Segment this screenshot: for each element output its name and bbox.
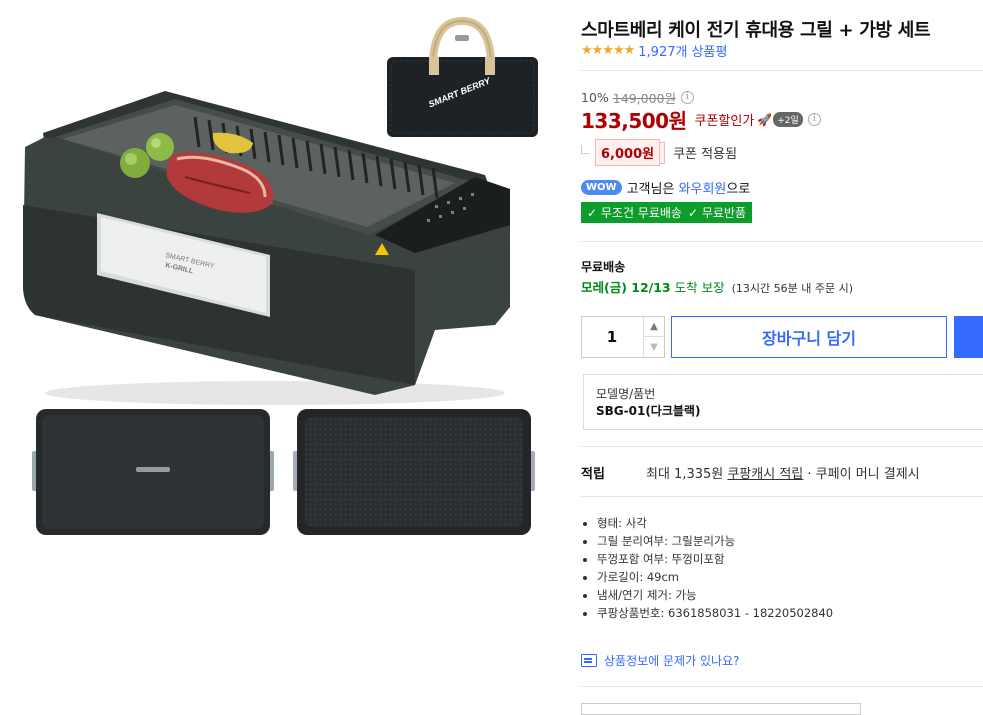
add-to-cart-button[interactable]: 장바구니 담기 — [671, 316, 947, 358]
info-icon[interactable]: i — [807, 113, 821, 126]
free-benefits-badge: ✓ 무조건 무료배송 ✓ 무료반품 — [581, 202, 752, 223]
model-value: SBG-01(다크블랙) — [596, 404, 701, 418]
points-suffix: · 쿠페이 머니 결제시 — [807, 467, 920, 482]
quantity-stepper[interactable]: 1 ▲ ▼ — [581, 316, 665, 358]
main-grill-image[interactable]: SMART BERRY K-GRILL — [15, 85, 515, 410]
review-count-link[interactable]: 1,927개 상품평 — [638, 41, 727, 60]
points-label: 적립 — [581, 467, 605, 482]
coupon-applied-text: 쿠폰 적용됨 — [673, 147, 738, 162]
wow-member-link[interactable]: 와우회원 — [679, 178, 727, 197]
report-icon — [581, 654, 597, 667]
sale-price-row: 133,500원 쿠폰할인가 🚀 +2일 i — [581, 105, 821, 134]
product-title: 스마트베리 케이 전기 휴대용 그릴 + 가방 세트 — [581, 20, 931, 41]
wow-text-prefix: 고객님은 — [626, 182, 675, 197]
wow-badge: WOW — [581, 180, 622, 195]
corner-icon — [581, 145, 590, 154]
option-select-box[interactable] — [581, 703, 861, 715]
sale-price: 133,500원 — [581, 109, 687, 133]
coupon-badge-edge — [660, 141, 666, 164]
rocket-icon: 🚀 — [757, 112, 773, 127]
points-text: 최대 1,335원 쿠팡캐시 적립 · 쿠페이 머니 결제시 — [646, 463, 920, 482]
model-label: 모델명/품번 — [596, 387, 656, 401]
divider — [581, 496, 983, 497]
buy-now-button[interactable] — [954, 316, 983, 358]
product-image-area: SMART BERRY SMART BERRY K-GRILL — [0, 0, 570, 706]
free-return-benefit: ✓ 무료반품 — [687, 206, 746, 220]
flat-plate-image[interactable] — [32, 407, 274, 537]
coupang-cash-link[interactable]: 쿠팡캐시 적립 — [727, 467, 803, 482]
list-item: 뚜껑포함 여부: 뚜껑미포함 — [597, 550, 833, 568]
spec-list: 형태: 사각 그릴 분리여부: 그릴분리가능 뚜껑포함 여부: 뚜껑미포함 가로… — [581, 514, 833, 622]
coupon-amount-badge: 6,000원 — [595, 139, 661, 166]
shipping-label: 무료배송 — [581, 260, 626, 274]
quantity-down-icon[interactable]: ▼ — [643, 338, 664, 357]
product-info-panel: 스마트베리 케이 전기 휴대용 그릴 + 가방 세트 ★★★★★ 1,927개 … — [581, 0, 983, 715]
divider — [581, 70, 983, 71]
arrival-note: (13시간 56분 내 주문 시) — [731, 282, 853, 295]
report-issue-link[interactable]: 상품정보에 문제가 있나요? — [581, 652, 739, 669]
discount-rate: 10% — [581, 90, 609, 105]
arrival-info: 모레(금) 12/13 도착 보장 (13시간 56분 내 주문 시) — [581, 277, 853, 296]
list-item: 그릴 분리여부: 그릴분리가능 — [597, 532, 833, 550]
divider — [581, 446, 983, 447]
wow-member-row: WOW 고객님은 와우회원 으로 — [581, 178, 750, 197]
rocket-badge: +2일 — [773, 112, 803, 127]
model-option-box[interactable]: 모델명/품번 SBG-01(다크블랙) — [583, 374, 983, 430]
textured-plate-image[interactable] — [293, 407, 535, 537]
arrival-date: 모레(금) 12/13 — [581, 280, 671, 295]
wow-text-suffix: 으로 — [726, 182, 751, 197]
quantity-input[interactable]: 1 — [582, 317, 642, 357]
coupon-price-label: 쿠폰할인가 — [694, 114, 755, 129]
list-item: 쿠팡상품번호: 6361858031 - 18220502840 — [597, 604, 833, 622]
free-shipping-benefit: ✓ 무조건 무료배송 — [587, 206, 682, 220]
quantity-up-icon[interactable]: ▲ — [643, 317, 664, 337]
coupon-row: 6,000원 쿠폰 적용됨 — [581, 139, 737, 166]
rating-row[interactable]: ★★★★★ 1,927개 상품평 — [581, 41, 727, 60]
list-item: 가로길이: 49cm — [597, 568, 833, 586]
info-icon[interactable]: i — [681, 91, 694, 104]
list-item: 냄새/연기 제거: 가능 — [597, 586, 833, 604]
list-item: 형태: 사각 — [597, 514, 833, 532]
report-label: 상품정보에 문제가 있나요? — [604, 654, 740, 668]
points-prefix: 최대 1,335원 — [646, 467, 724, 482]
arrival-guarantee: 도착 보장 — [674, 280, 725, 295]
star-rating-icon: ★★★★★ — [581, 43, 635, 58]
divider — [581, 686, 983, 687]
divider — [581, 241, 983, 242]
